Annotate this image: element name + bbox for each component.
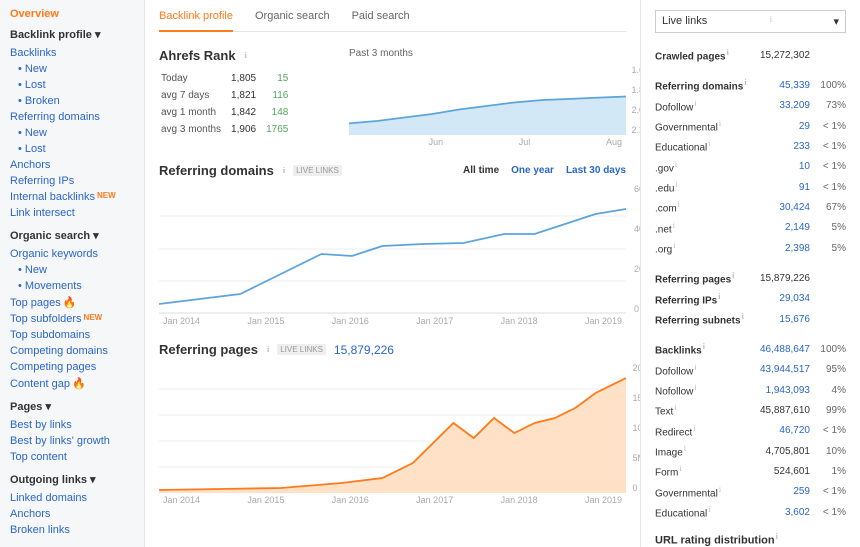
sidebar-link[interactable]: Movements <box>18 278 134 294</box>
rank-row: avg 1 month1,842148 <box>161 105 296 120</box>
stat-row[interactable]: Governmentali29< 1% <box>655 116 846 136</box>
sidebar-link[interactable]: Content gap🔥 <box>10 375 134 392</box>
referring-domains-table: Referring domainsi45,339100%Dofollowi33,… <box>655 75 846 258</box>
stat-row: Texti45,887,61099% <box>655 400 846 420</box>
right-panel: Live linksi Crawled pagesi 15,272,302 Re… <box>640 0 860 547</box>
stat-row: Formi524,6011% <box>655 461 846 481</box>
referring-meta-table: Referring pagesi15,879,226Referring IPsi… <box>655 268 846 329</box>
hot-icon: 🔥 <box>72 378 86 390</box>
info-icon: i <box>776 532 778 541</box>
stat-row[interactable]: .comi30,42467% <box>655 197 846 217</box>
new-badge: NEW <box>97 191 116 200</box>
sidebar-link[interactable]: New <box>18 61 134 77</box>
sidebar-link[interactable]: New <box>18 262 134 278</box>
referring-pages-title: Referring pagesi LIVE LINKS 15,879,226 <box>159 342 626 357</box>
sidebar-link[interactable]: Competing domains <box>10 343 134 359</box>
sidebar-link[interactable]: New <box>18 125 134 141</box>
stat-row[interactable]: Dofollowi33,20973% <box>655 96 846 116</box>
stat-row[interactable]: Dofollowi43,944,51795% <box>655 360 846 380</box>
sidebar-link[interactable]: Top subdomains <box>10 327 134 343</box>
sidebar-link[interactable]: Lost <box>18 141 134 157</box>
stat-row[interactable]: Educationali3,602< 1% <box>655 502 846 522</box>
sidebar-group-title[interactable]: Organic search ▾ <box>10 229 134 242</box>
stat-row[interactable]: Redirecti46,720< 1% <box>655 421 846 441</box>
url-rating-distribution-title: URL rating distributioni <box>655 532 846 547</box>
range-all-time[interactable]: All time <box>463 165 499 176</box>
referring-domains-chart: 60K 40K 20K 0 <box>159 184 626 314</box>
stat-row[interactable]: Referring IPsi29,034 <box>655 289 846 309</box>
tabs: Backlink profile Organic search Paid sea… <box>159 0 626 32</box>
sidebar-link[interactable]: Top pages🔥 <box>10 294 134 311</box>
stat-row[interactable]: .neti2,1495% <box>655 218 846 238</box>
sidebar-group-title[interactable]: Pages ▾ <box>10 400 134 413</box>
sidebar-link[interactable]: Competing pages <box>10 359 134 375</box>
sidebar-link[interactable]: Anchors <box>10 506 134 522</box>
live-links-select[interactable]: Live linksi <box>655 10 846 33</box>
sidebar-link[interactable]: Linked domains <box>10 490 134 506</box>
rank-row: Today1,80515 <box>161 71 296 86</box>
ahrefs-rank-period: Past 3 months <box>349 48 626 59</box>
sidebar-link[interactable]: Best by links <box>10 417 134 433</box>
info-icon: i <box>283 166 285 175</box>
sidebar-link[interactable]: Referring IPs <box>10 173 134 189</box>
sidebar: Overview Backlink profile ▾BacklinksNewL… <box>0 0 145 547</box>
stat-row[interactable]: Backlinksi46,488,647100% <box>655 339 846 359</box>
ahrefs-rank-chart: 1.6K 1.8K 2.0K 2.2K <box>349 65 626 135</box>
crawled-pages-row: Crawled pagesi 15,272,302 <box>655 45 846 75</box>
sidebar-link[interactable]: Referring domains <box>10 109 134 125</box>
stat-row: Imagei4,705,80110% <box>655 441 846 461</box>
sidebar-link[interactable]: Best by links' growth <box>10 433 134 449</box>
info-icon: i <box>770 15 772 28</box>
sidebar-link[interactable]: Broken <box>18 93 134 109</box>
rank-row: avg 7 days1,821116 <box>161 88 296 103</box>
sidebar-overview-link[interactable]: Overview <box>10 8 134 20</box>
sidebar-link[interactable]: Broken links <box>10 522 134 538</box>
sidebar-link[interactable]: Top content <box>10 449 134 465</box>
sidebar-group-title[interactable]: Outgoing links ▾ <box>10 473 134 486</box>
sidebar-link[interactable]: Top subfoldersNEW <box>10 311 134 327</box>
referring-pages-chart: 20M 15M 10M 5M 0 <box>159 363 626 493</box>
range-last-30[interactable]: Last 30 days <box>566 165 626 176</box>
range-one-year[interactable]: One year <box>511 165 554 176</box>
live-links-tag: LIVE LINKS <box>293 165 342 176</box>
stat-row[interactable]: .govi10< 1% <box>655 157 846 177</box>
referring-pages-total: 15,879,226 <box>334 343 394 357</box>
sidebar-link[interactable]: Anchors <box>10 157 134 173</box>
info-icon: i <box>245 51 247 60</box>
center-column: Backlink profile Organic search Paid sea… <box>145 0 640 547</box>
hot-icon: 🔥 <box>63 297 77 309</box>
stat-row[interactable]: Educationali233< 1% <box>655 136 846 156</box>
stat-row[interactable]: Referring domainsi45,339100% <box>655 75 846 95</box>
tab-backlink-profile[interactable]: Backlink profile <box>159 10 233 32</box>
live-links-tag: LIVE LINKS <box>277 344 326 355</box>
time-range-selector: All time One year Last 30 days <box>463 165 626 176</box>
ahrefs-rank-table: Today1,80515 avg 7 days1,821116 avg 1 mont… <box>159 69 298 139</box>
sidebar-link[interactable]: Internal backlinksNEW <box>10 189 134 205</box>
stat-row[interactable]: Governmentali259< 1% <box>655 482 846 502</box>
new-badge: NEW <box>84 313 103 322</box>
stat-row[interactable]: .edui91< 1% <box>655 177 846 197</box>
tab-organic-search[interactable]: Organic search <box>255 10 330 31</box>
info-icon: i <box>267 345 269 354</box>
stat-row[interactable]: Referring subnetsi15,676 <box>655 309 846 329</box>
sidebar-group-title[interactable]: Backlink profile ▾ <box>10 28 134 41</box>
sidebar-link[interactable]: Lost <box>18 77 134 93</box>
ahrefs-rank-title: Ahrefs Ranki <box>159 48 329 63</box>
sidebar-link[interactable]: Backlinks <box>10 45 134 61</box>
stat-row: Referring pagesi15,879,226 <box>655 268 846 288</box>
stat-row[interactable]: .orgi2,3985% <box>655 238 846 258</box>
sidebar-link[interactable]: Organic keywords <box>10 246 134 262</box>
sidebar-link[interactable]: Link intersect <box>10 205 134 221</box>
backlinks-table: Backlinksi46,488,647100%Dofollowi43,944,… <box>655 339 846 522</box>
tab-paid-search[interactable]: Paid search <box>352 10 410 31</box>
rank-row: avg 3 months1,9061765 <box>161 122 296 137</box>
referring-domains-title: Referring domainsi LIVE LINKS All time O… <box>159 163 626 178</box>
stat-row[interactable]: Nofollowi1,943,0934% <box>655 380 846 400</box>
